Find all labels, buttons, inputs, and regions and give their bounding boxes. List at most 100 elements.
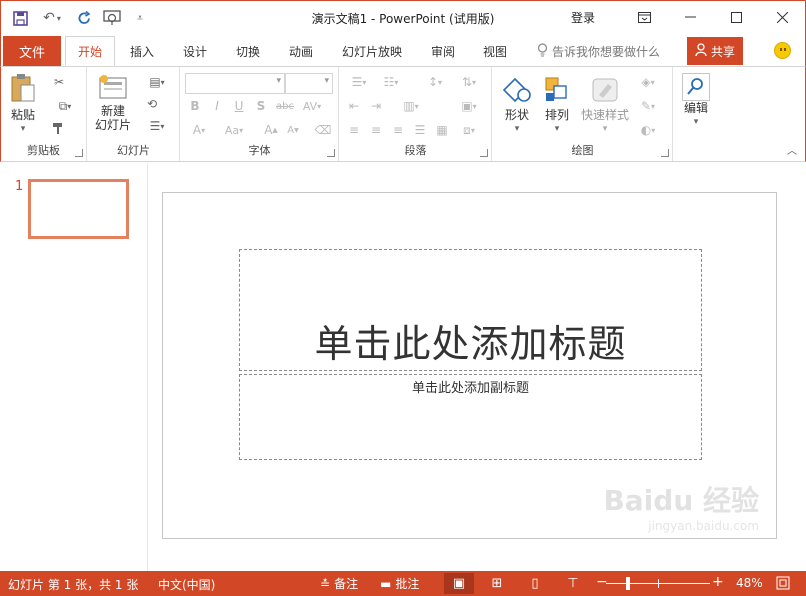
shapes-button[interactable]: 形状 ▾	[499, 75, 535, 136]
decrease-indent-icon[interactable]: ⇤	[346, 99, 362, 113]
fit-to-window-icon[interactable]	[776, 576, 790, 590]
feedback-smiley-icon[interactable]	[774, 42, 791, 59]
thumbnail-pane: 1	[1, 163, 148, 571]
change-case-icon[interactable]: Aa ▾	[219, 123, 249, 137]
sign-in-link[interactable]: 登录	[571, 9, 595, 26]
editing-dropdown-icon[interactable]: ▾	[678, 115, 714, 129]
notes-button[interactable]: ≛ 备注	[320, 575, 358, 592]
increase-font-icon[interactable]: A ▲	[263, 123, 279, 137]
language-indicator[interactable]: 中文(中国)	[158, 576, 215, 593]
slide-thumbnail-number: 1	[15, 179, 24, 194]
group-slides: 新建 幻灯片 ▤ ▾ ⟲ ☰ ▾ 幻灯片	[88, 67, 180, 161]
shadow-icon[interactable]: S	[253, 99, 269, 113]
minimize-icon[interactable]	[667, 1, 713, 33]
align-center-icon[interactable]: ≡	[368, 123, 384, 137]
quick-styles-dropdown-icon[interactable]: ▾	[579, 122, 631, 136]
copy-icon[interactable]: ⧉ ▾	[51, 99, 79, 113]
subtitle-placeholder-text: 单击此处添加副标题	[411, 381, 529, 396]
reset-icon[interactable]: ⟲	[144, 97, 160, 111]
subtitle-placeholder[interactable]: 单击此处添加副标题	[239, 374, 702, 460]
slide-show-icon[interactable]: ⊤	[558, 573, 588, 594]
arrange-button[interactable]: 排列 ▾	[539, 75, 575, 136]
font-launcher-icon[interactable]	[327, 149, 335, 157]
share-button[interactable]: 共享	[687, 37, 743, 65]
format-painter-icon[interactable]	[51, 121, 67, 135]
clipboard-launcher-icon[interactable]	[75, 149, 83, 157]
group-clipboard: 粘贴 ▾ ✂ ⧉ ▾ 剪贴板	[1, 67, 87, 161]
underline-icon[interactable]: U	[231, 99, 247, 113]
normal-view-icon[interactable]: ▣	[444, 573, 474, 594]
drawing-launcher-icon[interactable]	[661, 149, 669, 157]
increase-indent-icon[interactable]: ⇥	[368, 99, 384, 113]
editing-button[interactable]: 编辑 ▾	[678, 73, 714, 129]
tab-insert[interactable]: 插入	[119, 36, 165, 66]
title-placeholder[interactable]: 单击此处添加标题	[239, 249, 702, 371]
arrange-dropdown-icon[interactable]: ▾	[539, 122, 575, 136]
section-icon[interactable]: ☰ ▾	[144, 119, 170, 133]
clear-formatting-icon[interactable]: ⌫	[315, 123, 332, 137]
close-icon[interactable]	[759, 1, 805, 33]
arrange-label: 排列	[544, 108, 569, 122]
align-right-icon[interactable]: ≡	[390, 123, 406, 137]
new-slide-label-line1: 新建	[100, 104, 125, 118]
ribbon-display-options-icon[interactable]	[621, 1, 667, 33]
tab-design[interactable]: 设计	[173, 36, 217, 66]
align-left-icon[interactable]: ≡	[346, 123, 362, 137]
arrange-icon	[542, 75, 572, 108]
font-color-icon[interactable]: A ▾	[187, 123, 211, 137]
tab-file[interactable]: 文件	[3, 36, 61, 66]
bullets-icon[interactable]: ☰ ▾	[346, 75, 372, 89]
shape-effects-icon[interactable]: ◐ ▾	[635, 123, 661, 137]
font-group-label: 字体	[248, 144, 271, 157]
watermark: Baidu 经验 jingyan.baidu.com	[603, 479, 759, 533]
status-bar: 幻灯片 第 1 张，共 1 张 中文(中国) ≛ 备注 ▬ 批注 ▣ ⊞ ▯ ⊤…	[0, 571, 806, 596]
reading-view-icon[interactable]: ▯	[520, 573, 550, 594]
tab-animations[interactable]: 动画	[279, 36, 323, 66]
align-text-icon[interactable]: ▣ ▾	[456, 99, 482, 113]
smartart-icon[interactable]: ⧈ ▾	[456, 123, 482, 137]
distributed-icon[interactable]: ▦	[434, 123, 450, 137]
maximize-icon[interactable]	[713, 1, 759, 33]
paste-button[interactable]: 粘贴 ▾	[7, 73, 39, 136]
slide-sorter-icon[interactable]: ⊞	[482, 573, 512, 594]
group-font: B I U S abc AV▾ A▾ Aa▾ A▲ A▼ ⌫ 字体	[181, 67, 339, 161]
quick-styles-button[interactable]: 快速样式 ▾	[579, 75, 631, 136]
justify-icon[interactable]: ☰	[412, 123, 428, 137]
zoom-out-button[interactable]: −	[596, 574, 608, 590]
shapes-dropdown-icon[interactable]: ▾	[499, 122, 535, 136]
text-direction-icon[interactable]: ⇅ ▾	[456, 75, 482, 89]
layout-icon[interactable]: ▤ ▾	[144, 75, 170, 89]
group-paragraph: ☰ ▾ ☷ ▾ ↕ ▾ ⇅ ▾ ⇤ ⇥ ▥ ▾ ▣ ▾ ≡ ≡ ≡ ☰ ▦ ⧈ ▾ 段落	[340, 67, 492, 161]
italic-icon[interactable]: I	[209, 99, 225, 113]
tab-home[interactable]: 开始	[65, 36, 115, 66]
line-spacing-icon[interactable]: ↕ ▾	[422, 75, 448, 89]
shapes-icon	[502, 75, 532, 108]
tab-transitions[interactable]: 切换	[225, 36, 271, 66]
strikethrough-icon[interactable]: abc	[275, 99, 295, 113]
comments-button[interactable]: ▬ 批注	[380, 575, 419, 592]
cut-icon[interactable]: ✂	[51, 75, 67, 89]
shape-fill-icon[interactable]: ◈ ▾	[635, 75, 661, 89]
tell-me-box[interactable]: 告诉我你想要做什么	[537, 43, 660, 60]
zoom-slider-thumb[interactable]	[625, 577, 630, 590]
bold-icon[interactable]: B	[187, 99, 203, 113]
group-drawing: 形状 ▾ 排列 ▾ 快速样式 ▾ ◈ ▾ ✎ ▾ ◐ ▾ 绘图	[493, 67, 673, 161]
collapse-ribbon-icon[interactable]: ︿	[787, 142, 797, 157]
paste-dropdown-icon[interactable]: ▾	[7, 122, 39, 136]
shape-outline-icon[interactable]: ✎ ▾	[635, 99, 661, 113]
columns-icon[interactable]: ▥ ▾	[398, 99, 424, 113]
tab-review[interactable]: 审阅	[421, 36, 465, 66]
zoom-percent[interactable]: 48%	[736, 576, 763, 590]
zoom-in-button[interactable]: +	[712, 574, 724, 590]
paragraph-launcher-icon[interactable]	[480, 149, 488, 157]
share-label: 共享	[710, 44, 735, 59]
slide-thumbnail[interactable]	[28, 179, 129, 239]
tab-slide-show[interactable]: 幻灯片放映	[333, 36, 411, 66]
numbering-icon[interactable]: ☷ ▾	[378, 75, 404, 89]
character-spacing-icon[interactable]: AV ▾	[299, 99, 325, 113]
decrease-font-icon[interactable]: A ▼	[285, 123, 301, 137]
new-slide-button[interactable]: 新建 幻灯片	[92, 75, 134, 132]
tab-view[interactable]: 视图	[473, 36, 517, 66]
font-size-combo[interactable]	[285, 73, 333, 94]
font-name-combo[interactable]	[185, 73, 285, 94]
